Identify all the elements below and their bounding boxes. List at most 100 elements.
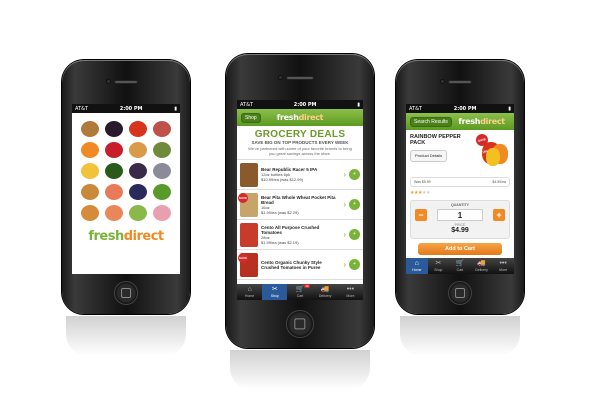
home-button[interactable] (448, 281, 472, 305)
product-row[interactable]: SAVE Cento Organic Chunky Style Crushed T… (237, 250, 363, 280)
phone-product-detail: AT&T 2:00 PM ▮ Search Results freshdirec… (396, 60, 524, 356)
carrier: AT&T (75, 105, 89, 112)
pepper-icon[interactable] (129, 121, 147, 137)
category-grid (72, 113, 180, 225)
more-icon: ••• (499, 260, 507, 267)
product-details-button[interactable]: Product Details (410, 150, 448, 162)
product-list: Bear Republic Racer 5 IPA 12oz bottles 6p… (237, 159, 363, 280)
chevron-right-icon[interactable]: › (343, 200, 346, 209)
pie-icon[interactable] (81, 205, 99, 221)
product-text: Cento Organic Chunky Style Crushed Tomat… (261, 260, 340, 270)
delivery-icon: 🚚 (477, 260, 486, 267)
home-button[interactable] (114, 281, 138, 305)
tab-shop[interactable]: ✂ Shop (262, 284, 288, 300)
page-title: GROCERY DEALS (254, 129, 346, 140)
quantity-field[interactable]: 1 (437, 209, 483, 221)
product-text: Bear Republic Racer 5 IPA 12oz bottles 6p… (261, 167, 340, 182)
shrimp-icon[interactable] (105, 205, 123, 221)
tab-label: Delivery (475, 268, 488, 272)
logo-direct: direct (480, 117, 505, 126)
logo-fresh: fresh (88, 229, 124, 244)
carrot-icon[interactable] (81, 142, 99, 158)
stage: AT&T 2:00 PM ▮ freshdirect AT&T 2:00 PM … (0, 0, 600, 400)
salmon-icon[interactable] (105, 184, 123, 200)
quantity-label: QUANTITY (451, 203, 469, 207)
home-button[interactable] (286, 310, 314, 338)
product-thumb: SAVE (238, 252, 258, 277)
chevron-right-icon[interactable]: › (343, 260, 346, 269)
tab-bar: ⌂ Home ✂ Shop 🛒 Cart 🚚 Delivery ••• More (406, 258, 514, 274)
shop-icon: ✂ (271, 286, 278, 293)
battery-icon: ▮ (174, 105, 177, 112)
screen-product: AT&T 2:00 PM ▮ Search Results freshdirec… (406, 104, 514, 274)
reflection (230, 350, 370, 390)
home-icon: ⌂ (247, 286, 252, 293)
tab-home[interactable]: ⌂ Home (237, 284, 262, 300)
cupcake-icon[interactable] (153, 205, 171, 221)
quantity-stepper: − 1 + (415, 209, 505, 221)
price-box: Was $5.99 $4.99/ea (410, 177, 510, 187)
screen-deals: AT&T 2:00 PM ▮ Shop freshdirect GROCERY … (237, 100, 363, 300)
sale-badge: SAVE (238, 252, 248, 263)
product-row[interactable]: Bear Republic Racer 5 IPA 12oz bottles 6p… (237, 160, 363, 190)
battery-icon: ▮ (357, 101, 360, 108)
back-button[interactable]: Shop (241, 112, 261, 123)
cart-icon: 🛒 (295, 286, 305, 293)
battery-icon: ▮ (508, 105, 511, 112)
logo-fresh: fresh (458, 117, 481, 126)
add-cart-icon[interactable]: + (349, 199, 360, 210)
cart-icon: 🛒 (455, 260, 465, 267)
berries-icon[interactable] (129, 184, 147, 200)
logo-direct: direct (298, 113, 324, 122)
speaker (114, 80, 138, 84)
add-cart-icon[interactable]: + (349, 229, 360, 240)
reflection (66, 316, 186, 356)
chevron-right-icon[interactable]: › (343, 170, 346, 179)
reflection (400, 316, 520, 356)
strawberry-icon[interactable] (105, 142, 123, 158)
tab-delivery[interactable]: 🚚 Delivery (313, 284, 338, 300)
mushrooms-icon[interactable] (81, 121, 99, 137)
bread-icon[interactable] (81, 184, 99, 200)
product-thumb (240, 162, 258, 187)
tab-home[interactable]: ⌂ Home (406, 258, 428, 274)
product-header: RAINBOW PEPPER PACK Product Details SAVE… (406, 130, 514, 174)
salad-icon[interactable] (153, 184, 171, 200)
tab-more[interactable]: ••• More (338, 284, 363, 300)
product-price: $10.99/ea (was $12.99) (261, 177, 304, 182)
tab-label: Shop (434, 268, 443, 272)
product-row[interactable]: SAVE Bear Pita Whole Wheat Pocket Pita Br… (237, 190, 363, 220)
tab-more[interactable]: ••• More (492, 258, 514, 274)
pastry-icon[interactable] (129, 142, 147, 158)
nav-logo: freshdirect (458, 117, 505, 126)
celery-icon[interactable] (129, 205, 147, 221)
logo-fresh: fresh (276, 113, 299, 122)
sale-badge: SAVE (238, 192, 248, 203)
corn-icon[interactable] (81, 163, 99, 179)
back-button[interactable]: Search Results (410, 116, 452, 127)
add-cart-icon[interactable]: + (349, 169, 360, 180)
tab-delivery[interactable]: 🚚 Delivery (471, 258, 493, 274)
clock: 2:00 PM (453, 105, 477, 112)
chevron-right-icon[interactable]: › (343, 230, 346, 239)
price-value: $4.99 (451, 227, 469, 234)
meat-icon[interactable] (153, 121, 171, 137)
price-each: $4.99/ea (492, 180, 506, 184)
tab-cart[interactable]: 🛒 Cart (449, 258, 471, 274)
eggplant-icon[interactable] (105, 121, 123, 137)
increment-button[interactable]: + (493, 209, 505, 221)
artichoke-icon[interactable] (153, 142, 171, 158)
add-cart-icon[interactable]: + (349, 259, 360, 270)
grapes-icon[interactable] (129, 163, 147, 179)
add-to-cart-button[interactable]: Add to Cart (418, 243, 502, 255)
avocado-icon[interactable] (105, 163, 123, 179)
tab-shop[interactable]: ✂ Shop (428, 258, 450, 274)
nav-bar: Search Results freshdirect (406, 113, 514, 130)
page-description: We've partnered with some of your favori… (248, 146, 352, 156)
product-row[interactable]: Cento All Purpose Crushed Tomatoes 28oz $1… (237, 220, 363, 250)
decrement-button[interactable]: − (415, 209, 427, 221)
fish-icon[interactable] (153, 163, 171, 179)
cart-count-badge: 10 (304, 284, 310, 288)
camera (278, 75, 283, 80)
tab-cart[interactable]: 🛒 Cart 10 (287, 284, 312, 300)
